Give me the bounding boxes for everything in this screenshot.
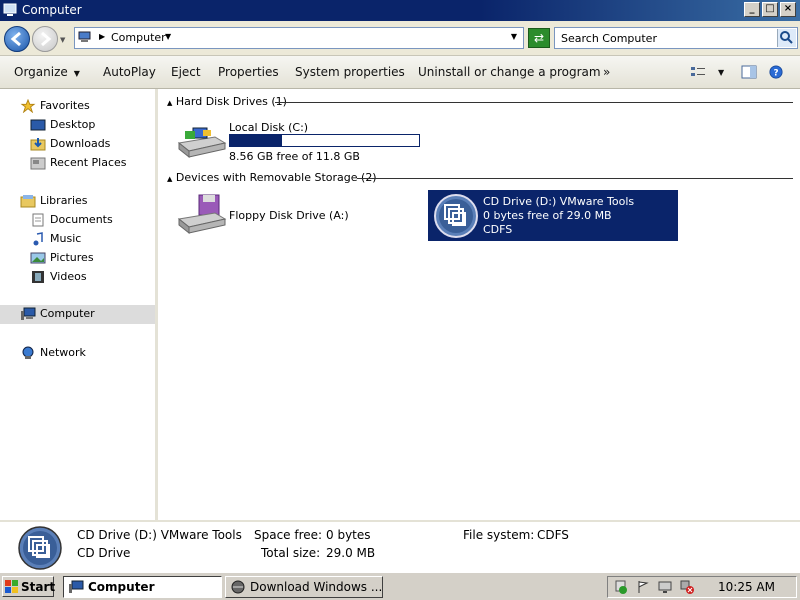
details-type: CD Drive: [77, 546, 131, 560]
file-system-label: File system:: [463, 528, 535, 542]
refresh-button[interactable]: ⇄: [528, 28, 550, 48]
forward-arrow-icon: [41, 31, 52, 47]
cd-drive-tile[interactable]: CD Drive (D:) VMware Tools 0 bytes free …: [428, 190, 678, 241]
downloads-folder-icon: [30, 138, 46, 151]
close-button[interactable]: ×: [780, 2, 796, 17]
navigation-pane: Favorites Desktop Downloads Recent Place…: [0, 89, 158, 520]
recent-pages-dropdown[interactable]: ▼: [60, 36, 65, 44]
start-button[interactable]: Start: [2, 576, 55, 597]
computer-icon: [21, 307, 36, 320]
search-placeholder: Search Computer: [561, 32, 657, 45]
star-icon: [20, 99, 36, 113]
maximize-button[interactable]: □: [762, 2, 778, 17]
title-bar: Computer _ □ ×: [0, 0, 800, 21]
view-options-dropdown[interactable]: ▼: [718, 68, 724, 77]
address-history-dropdown[interactable]: ▼: [511, 32, 517, 41]
nav-computer[interactable]: Computer: [0, 305, 155, 324]
computer-icon: [69, 580, 84, 593]
properties-button[interactable]: Properties: [218, 65, 279, 79]
search-input[interactable]: Search Computer: [554, 27, 798, 49]
floppy-drive-name: Floppy Disk Drive (A:): [229, 209, 349, 222]
breadcrumb-dropdown-icon[interactable]: ▼: [165, 32, 171, 41]
pictures-icon: [30, 252, 46, 264]
vmware-tools-cd-icon: [434, 194, 478, 238]
local-disk-capacity-bar: [229, 134, 420, 147]
chevron-down-icon: ▼: [73, 69, 80, 78]
clock[interactable]: 10:25 AM: [718, 580, 775, 594]
taskbar: Start Computer Download Windows ... 10:2…: [0, 572, 800, 600]
capacity-used-fill: [230, 135, 282, 146]
total-size-value: 29.0 MB: [326, 546, 376, 560]
preview-pane-icon[interactable]: [741, 65, 757, 79]
taskbar-item-computer[interactable]: Computer: [63, 576, 222, 598]
window-title: Computer: [22, 3, 82, 17]
space-free-label: Space free:: [254, 528, 323, 542]
local-disk-free-text: 8.56 GB free of 11.8 GB: [229, 150, 360, 163]
forward-button[interactable]: [32, 26, 58, 52]
taskbar-item-download-windows[interactable]: Download Windows ...: [225, 576, 383, 598]
removable-group-header[interactable]: ▲ Devices with Removable Storage (2): [167, 171, 377, 184]
search-icon: [780, 31, 793, 44]
collapse-arrow-icon: ▲: [167, 99, 173, 107]
documents-icon: [32, 213, 44, 227]
help-icon[interactable]: ?: [768, 65, 784, 79]
more-commands-button[interactable]: »: [603, 65, 610, 79]
music-note-icon: [33, 232, 43, 246]
breadcrumb-arrow-icon[interactable]: ▶: [99, 32, 105, 41]
back-arrow-icon: [10, 31, 21, 47]
network-error-icon[interactable]: [680, 580, 694, 594]
floppy-drive-tile[interactable]: Floppy Disk Drive (A:): [175, 193, 415, 237]
refresh-icon: ⇄: [533, 31, 545, 45]
local-disk-tile[interactable]: Local Disk (C:) 8.56 GB free of 11.8 GB: [175, 121, 425, 165]
display-icon[interactable]: [658, 580, 672, 594]
security-check-icon[interactable]: [614, 580, 628, 594]
space-free-value: 0 bytes: [326, 528, 371, 542]
cd-drive-fs: CDFS: [483, 223, 513, 236]
cd-drive-free-text: 0 bytes free of 29.0 MB: [483, 209, 612, 222]
total-size-label: Total size:: [261, 546, 321, 560]
hard-disk-group-header[interactable]: ▲ Hard Disk Drives (1): [167, 95, 287, 108]
details-pane: CD Drive (D:) VMware Tools CD Drive Spac…: [0, 520, 800, 572]
group-divider: [275, 102, 793, 103]
system-tray: 10:25 AM: [607, 576, 797, 598]
file-system-value: CDFS: [537, 528, 569, 542]
vmware-tools-cd-icon: [18, 526, 62, 570]
uninstall-program-button[interactable]: Uninstall or change a program: [418, 65, 601, 79]
back-button[interactable]: [4, 26, 30, 52]
hard-drive-icon: [177, 127, 227, 159]
windows-logo-icon: [5, 580, 18, 593]
breadcrumb-computer[interactable]: Computer: [111, 31, 166, 44]
change-view-icon[interactable]: [690, 65, 706, 79]
organize-button[interactable]: Organize ▼: [14, 65, 80, 79]
address-bar: ▼ ▶ Computer ▼ ▼ ⇄ Search Computer: [0, 21, 800, 55]
cd-drive-name: CD Drive (D:) VMware Tools: [483, 195, 635, 208]
local-disk-name: Local Disk (C:): [229, 121, 309, 134]
system-properties-button[interactable]: System properties: [295, 65, 405, 79]
computer-icon: [78, 31, 91, 42]
film-icon: [32, 271, 44, 283]
browser-icon: [231, 580, 245, 594]
floppy-drive-icon: [177, 194, 227, 235]
svg-text:?: ?: [773, 69, 778, 79]
search-button[interactable]: [777, 29, 796, 47]
recent-places-icon: [30, 157, 46, 170]
autoplay-button[interactable]: AutoPlay: [103, 65, 156, 79]
details-name: CD Drive (D:) VMware Tools: [77, 528, 242, 542]
flag-icon[interactable]: [636, 580, 650, 594]
address-field[interactable]: ▶ Computer ▼ ▼: [74, 27, 524, 49]
network-icon: [22, 346, 34, 359]
computer-icon: [3, 3, 17, 16]
minimize-button[interactable]: _: [744, 2, 760, 17]
content-pane: ▲ Hard Disk Drives (1) Local Disk (C:) 8…: [161, 89, 800, 520]
desktop-icon: [30, 119, 46, 131]
libraries-icon: [20, 195, 36, 208]
collapse-arrow-icon: ▲: [167, 175, 173, 183]
group-divider: [357, 178, 793, 179]
command-bar: Organize ▼ AutoPlay Eject Properties Syst…: [0, 55, 800, 89]
eject-button[interactable]: Eject: [171, 65, 201, 79]
